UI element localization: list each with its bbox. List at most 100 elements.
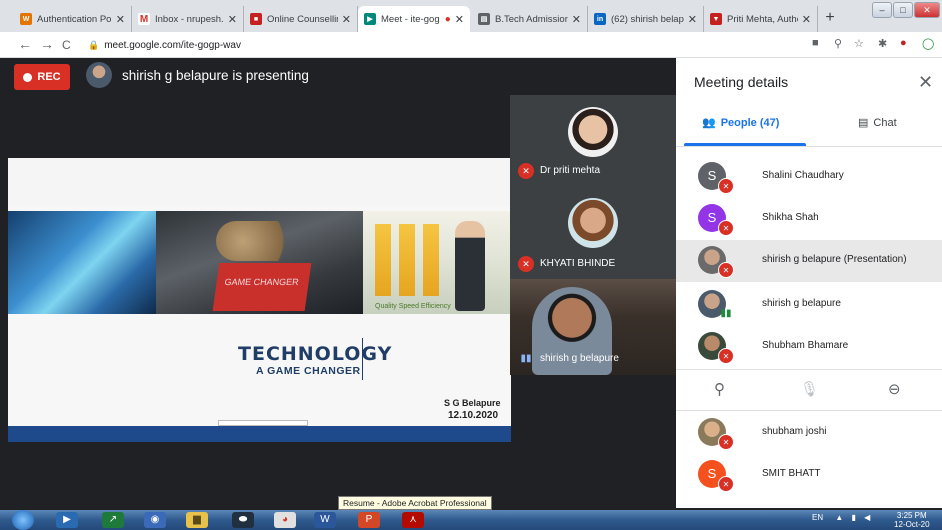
powerpoint-icon[interactable]: P bbox=[358, 512, 380, 528]
participant-row[interactable]: ✕ Shubham Bhamare bbox=[676, 326, 942, 368]
speaking-indicator-icon: ▮▮ bbox=[720, 308, 732, 319]
window-close-button[interactable]: ✕ bbox=[914, 2, 940, 18]
participant-controls: ⚲ 🎙 ⊖ bbox=[676, 369, 942, 411]
participant-name: Dr priti mehta bbox=[540, 165, 601, 176]
extension-o-icon[interactable]: ◯ bbox=[922, 37, 934, 50]
tab-online-counselling[interactable]: ■ Online Counselling ✕ bbox=[244, 6, 358, 32]
participant-avatar bbox=[568, 107, 618, 157]
people-icon: 👥 bbox=[702, 117, 716, 129]
address-bar: ← → C 🔒 meet.google.com/ite-gogp-wav ■ ⚲ … bbox=[0, 32, 942, 58]
tab-inbox[interactable]: M Inbox - nrupesh.p ✕ bbox=[132, 6, 244, 32]
media-player-icon[interactable]: ▶ bbox=[56, 512, 78, 528]
close-icon[interactable]: ✕ bbox=[455, 13, 464, 26]
divider bbox=[676, 146, 942, 147]
recording-badge: REC bbox=[14, 64, 70, 90]
participant-row[interactable]: S ✕ Shikha Shah bbox=[676, 198, 942, 240]
tab-label: B.Tech Admission bbox=[495, 13, 568, 25]
mic-off-icon: ✕ bbox=[718, 348, 734, 364]
network-icon[interactable]: ◉ bbox=[144, 512, 166, 528]
slide-author: S G Belapure bbox=[444, 398, 501, 408]
tab-chat[interactable]: ▤ Chat bbox=[858, 116, 897, 130]
close-icon[interactable]: ✕ bbox=[116, 13, 125, 26]
url-field[interactable]: 🔒 meet.google.com/ite-gogp-wav bbox=[88, 37, 808, 54]
presenting-text: shirish g belapure is presenting bbox=[122, 68, 309, 83]
key-image bbox=[216, 221, 306, 261]
chrome-icon[interactable]: ◕ bbox=[274, 512, 296, 528]
reload-button[interactable]: C bbox=[62, 38, 71, 52]
participant-name: Shikha Shah bbox=[762, 212, 819, 223]
folder-icon[interactable]: ▆ bbox=[186, 512, 208, 528]
clock-date: 12-Oct-20 bbox=[894, 520, 930, 529]
start-button[interactable] bbox=[12, 510, 34, 530]
app-icon[interactable]: ⬬ bbox=[232, 512, 254, 528]
arrow-tags: Quality Speed Efficiency bbox=[375, 303, 451, 310]
acrobat-icon[interactable]: ⋏ bbox=[402, 512, 424, 528]
participant-row[interactable]: ✕ shubham joshi bbox=[676, 412, 942, 454]
camera-icon[interactable]: ■ bbox=[812, 37, 819, 49]
close-icon[interactable]: ✕ bbox=[688, 13, 697, 26]
network-tray-icon[interactable]: ▮ bbox=[852, 513, 856, 522]
participant-tile[interactable]: ✕ Dr priti mehta bbox=[510, 95, 676, 186]
profile-icon[interactable]: ● bbox=[900, 37, 907, 49]
tab-label: (62) shirish belapu bbox=[611, 13, 684, 25]
tab-btech-admission[interactable]: ▤ B.Tech Admission ✕ bbox=[472, 6, 588, 32]
volume-icon[interactable]: ◀ bbox=[864, 513, 870, 522]
pin-icon[interactable]: ⚲ bbox=[714, 380, 725, 398]
mic-off-icon: ✕ bbox=[718, 476, 734, 492]
slide-date: 12.10.2020 bbox=[448, 410, 499, 421]
participant-row[interactable]: S ✕ SMIT BHATT bbox=[676, 454, 942, 496]
participant-name: shirish g belapure bbox=[762, 298, 841, 309]
participant-name: shirish g belapure (Presentation) bbox=[762, 254, 907, 265]
game-changer-key: GAME CHANGER bbox=[212, 263, 312, 311]
close-panel-button[interactable]: ✕ bbox=[918, 72, 933, 93]
minimize-button[interactable]: – bbox=[872, 2, 892, 18]
extensions-icon[interactable]: ✱ bbox=[878, 37, 887, 50]
arrow-graphic bbox=[375, 224, 391, 296]
close-icon[interactable]: ✕ bbox=[572, 13, 581, 26]
slide-photo-network bbox=[8, 211, 156, 314]
slide-divider bbox=[362, 338, 363, 380]
tab-authentication[interactable]: W Authentication Por ✕ bbox=[14, 6, 132, 32]
mic-off-icon: ✕ bbox=[718, 178, 734, 194]
participant-tile[interactable]: ✕ KHYATI BHINDE bbox=[510, 186, 676, 279]
slide-footer-band bbox=[8, 426, 511, 442]
close-icon[interactable]: ✕ bbox=[802, 13, 811, 26]
slide-photo-arrows: Quality Speed Efficiency bbox=[363, 211, 511, 314]
gmail-icon: M bbox=[138, 13, 150, 25]
close-icon[interactable]: ✕ bbox=[342, 13, 351, 26]
star-icon[interactable]: ☆ bbox=[854, 37, 864, 50]
participant-row[interactable]: ✕ shirish g belapure (Presentation) bbox=[676, 240, 942, 282]
back-button[interactable]: ← bbox=[18, 36, 32, 52]
participant-name: SMIT BHATT bbox=[762, 468, 821, 479]
tab-meet[interactable]: ▶ Meet - ite-gog ● ✕ bbox=[358, 6, 470, 32]
tray-arrow-icon[interactable]: ▲ bbox=[835, 513, 843, 522]
meet-icon: ▶ bbox=[364, 13, 376, 25]
close-icon[interactable]: ✕ bbox=[228, 13, 237, 26]
tab-people[interactable]: 👥 People (47) bbox=[702, 116, 779, 130]
language-indicator[interactable]: EN bbox=[812, 513, 823, 522]
new-tab-button[interactable]: + bbox=[820, 9, 840, 29]
zoom-icon[interactable]: ⚲ bbox=[834, 37, 842, 50]
tab-label: Inbox - nrupesh.p bbox=[155, 13, 224, 25]
taskbar-tooltip: Resume - Adobe Acrobat Professional bbox=[338, 496, 492, 510]
present-off-icon: ✕ bbox=[718, 262, 734, 278]
mute-icon[interactable]: 🎙 bbox=[800, 380, 819, 398]
remove-icon[interactable]: ⊖ bbox=[888, 380, 901, 398]
participant-row[interactable]: S ✕ Shalini Chaudhary bbox=[676, 156, 942, 198]
slide-subtitle: A GAME CHANGER bbox=[256, 365, 361, 377]
clock[interactable]: 3:25 PM 12-Oct-20 bbox=[894, 511, 930, 529]
presentation-slide: GAME CHANGER Quality Speed Efficiency TE… bbox=[8, 158, 511, 442]
tab-label: Priti Mehta, Autho bbox=[727, 13, 798, 25]
forward-button[interactable]: → bbox=[40, 36, 54, 52]
taskbar: ▶ ↗ ◉ ▆ ⬬ ◕ W P ⋏ EN ▲ ▮ ◀ 3:25 PM 12-Oc… bbox=[0, 510, 942, 530]
participant-video-tile[interactable]: ▮▮ shirish g belapure bbox=[510, 279, 676, 375]
chat-icon: ▤ bbox=[858, 117, 869, 129]
maximize-button[interactable]: □ bbox=[893, 2, 913, 18]
tab-priti-mehta[interactable]: ▼ Priti Mehta, Autho ✕ bbox=[704, 6, 818, 32]
mic-off-icon: ✕ bbox=[718, 220, 734, 236]
businessman-graphic bbox=[455, 221, 485, 311]
word-icon[interactable]: W bbox=[314, 512, 336, 528]
participant-row[interactable]: ▮▮ shirish g belapure bbox=[676, 284, 942, 326]
tab-linkedin[interactable]: in (62) shirish belapu ✕ bbox=[588, 6, 704, 32]
chart-app-icon[interactable]: ↗ bbox=[102, 512, 124, 528]
